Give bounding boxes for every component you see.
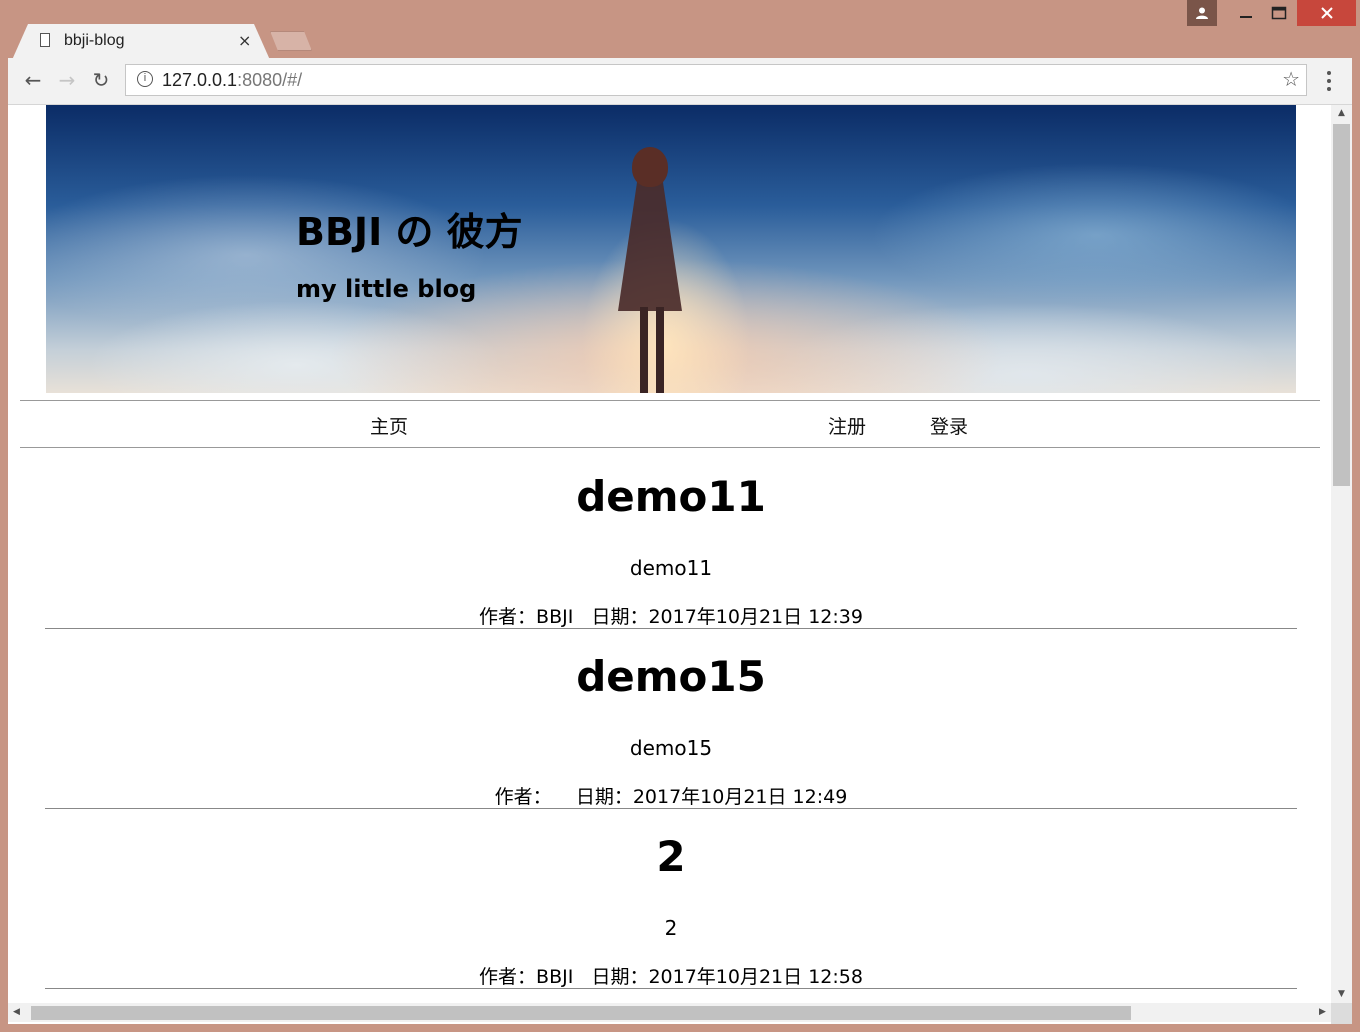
- menu-dots-icon[interactable]: [1321, 69, 1337, 93]
- scroll-down-icon[interactable]: ▼: [1331, 986, 1352, 1003]
- browser-tab[interactable]: bbji-blog ×: [12, 24, 270, 60]
- nav-home-link[interactable]: 主页: [370, 412, 408, 439]
- url-text[interactable]: 127.0.0.1:8080/#/: [162, 70, 302, 91]
- reload-icon[interactable]: ↻: [88, 67, 114, 93]
- vertical-scrollbar[interactable]: ▲ ▼: [1331, 105, 1352, 1003]
- post-summary: demo11: [629, 556, 713, 580]
- star-icon[interactable]: ☆: [1282, 67, 1300, 91]
- nav-register-link[interactable]: 注册: [828, 412, 866, 439]
- maximize-button[interactable]: [1262, 0, 1296, 26]
- scroll-right-icon[interactable]: ▶: [1314, 1003, 1331, 1022]
- url-host: 127.0.0.1: [162, 70, 238, 90]
- site-title: BBJI の 彼方: [296, 210, 523, 254]
- page-icon: [40, 33, 50, 47]
- close-button[interactable]: [1297, 0, 1356, 26]
- post-summary: 2: [664, 916, 678, 940]
- post-item: 2 2 作者：BBJI 日期：2017年10月21日 12:58: [45, 808, 1297, 989]
- vertical-scroll-thumb[interactable]: [1333, 124, 1350, 486]
- profile-button[interactable]: [1187, 0, 1217, 26]
- browser-toolbar: ← → ↻ i 127.0.0.1:8080/#/ ☆: [8, 58, 1352, 105]
- post-meta: 作者：BBJI 日期：2017年10月21日 12:58: [479, 966, 863, 988]
- url-path: :8080/#/: [237, 70, 303, 90]
- new-tab-button[interactable]: [270, 31, 312, 51]
- browser-window: bbji-blog × ← → ↻ i 127.0.0.1:8080/#/ ☆ …: [0, 0, 1360, 1032]
- post-meta: 作者：BBJI 日期：2017年10月21日 12:39: [479, 606, 863, 628]
- close-icon: [1320, 7, 1333, 19]
- minimize-icon: [1240, 16, 1252, 18]
- main-nav: 主页 注册 登录: [20, 400, 1320, 448]
- post-summary: demo15: [629, 736, 713, 760]
- site-subtitle: my little blog: [296, 275, 477, 303]
- post-meta: 作者： 日期：2017年10月21日 12:49: [494, 786, 848, 808]
- horizontal-scroll-thumb[interactable]: [31, 1006, 1131, 1020]
- back-arrow-icon[interactable]: ←: [20, 67, 46, 93]
- banner-figure-image: [602, 147, 702, 393]
- forward-arrow-icon[interactable]: →: [54, 67, 80, 93]
- tab-title: bbji-blog: [64, 32, 125, 49]
- scroll-left-icon[interactable]: ◀: [8, 1003, 25, 1022]
- page-viewport: BBJI の 彼方 my little blog 主页 注册 登录 demo11…: [8, 105, 1352, 1024]
- header-banner: BBJI の 彼方 my little blog: [46, 105, 1296, 393]
- nav-login-link[interactable]: 登录: [930, 412, 968, 439]
- scrollbar-corner: [1331, 1003, 1352, 1024]
- post-title[interactable]: demo15: [45, 652, 1297, 701]
- post-title[interactable]: 2: [45, 832, 1297, 881]
- horizontal-scrollbar[interactable]: ◀ ▶: [8, 1003, 1331, 1022]
- profile-icon: [1196, 7, 1208, 19]
- scroll-up-icon[interactable]: ▲: [1331, 105, 1352, 122]
- post-item: demo11 demo11 作者：BBJI 日期：2017年10月21日 12:…: [45, 448, 1297, 629]
- post-title[interactable]: demo11: [45, 472, 1297, 521]
- address-bar[interactable]: i 127.0.0.1:8080/#/ ☆: [125, 64, 1307, 96]
- minimize-button[interactable]: [1230, 0, 1262, 26]
- info-icon[interactable]: i: [137, 71, 153, 87]
- tab-close-icon[interactable]: ×: [238, 31, 251, 50]
- maximize-icon: [1271, 6, 1287, 20]
- post-item: demo15 demo15 作者： 日期：2017年10月21日 12:49: [45, 628, 1297, 809]
